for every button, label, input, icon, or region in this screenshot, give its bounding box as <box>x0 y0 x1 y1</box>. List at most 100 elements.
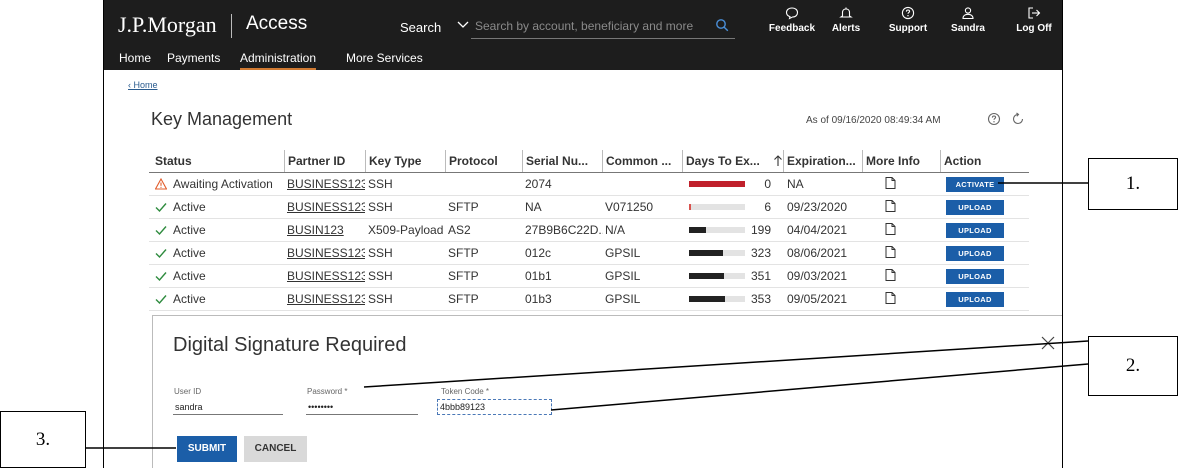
password-field[interactable] <box>306 399 418 415</box>
activate-button[interactable]: ACTIVATE <box>946 177 1004 192</box>
days-to-expiry-bar <box>689 181 745 187</box>
upload-button[interactable]: UPLOAD <box>946 223 1004 238</box>
cell-common: GPSIL <box>605 292 641 306</box>
alerts-button[interactable]: Alerts <box>816 6 876 46</box>
table-row: Active BUSIN123 X509-Payload AS2 27B9B6C22D.… <box>149 219 1029 242</box>
app-window: J.P.Morgan Access Search Feedback Alerts… <box>103 0 1063 468</box>
callout-1: 1. <box>1088 158 1178 210</box>
column-header-expiration[interactable]: Expiration... <box>783 150 865 172</box>
feedback-label: Feedback <box>768 23 816 34</box>
column-header-status[interactable]: Status <box>155 150 275 172</box>
cell-expiration: 08/06/2021 <box>787 246 848 260</box>
cell-days-to-expiry: 323 <box>750 246 771 260</box>
callout-3: 3. <box>0 411 86 468</box>
days-to-expiry-bar-fill <box>689 204 691 210</box>
column-header-action: Action <box>940 150 1010 172</box>
column-header-protocol[interactable]: Protocol <box>445 150 521 172</box>
cell-partner-id[interactable]: BUSINESS123 <box>287 173 365 195</box>
status-text: Active <box>173 292 206 306</box>
cell-partner-id[interactable]: BUSINESS123 <box>287 288 365 310</box>
table-body: Awaiting Activation BUSINESS123 SSH 2074 0 NA… <box>149 173 1029 311</box>
cell-protocol: AS2 <box>448 223 471 237</box>
column-header-key-type[interactable]: Key Type <box>365 150 445 172</box>
checkmark-icon <box>155 249 167 259</box>
nav-item-payments[interactable]: Payments <box>167 48 220 70</box>
refresh-icon[interactable] <box>1011 112 1025 126</box>
cell-key-type: SSH <box>368 177 393 191</box>
status-text: Active <box>173 246 206 260</box>
cell-protocol: SFTP <box>448 200 479 214</box>
breadcrumb[interactable]: ‹ Home <box>128 80 158 90</box>
cell-protocol: SFTP <box>448 246 479 260</box>
status-text: Active <box>173 269 206 283</box>
cell-expiration: NA <box>787 177 804 191</box>
cell-days-to-expiry: 353 <box>750 292 771 306</box>
user-name-label: Sandra <box>951 23 985 34</box>
brand-logo[interactable]: J.P.Morgan <box>118 12 217 38</box>
column-header-days-to-expiry[interactable]: Days To Ex... <box>682 150 762 172</box>
cell-expiration: 09/05/2021 <box>787 292 848 306</box>
help-icon[interactable] <box>987 112 1001 126</box>
table-row: Active BUSINESS123 SSH SFTP NA V071250 6 09/23/… <box>149 196 1029 219</box>
upload-button[interactable]: UPLOAD <box>946 200 1004 215</box>
upload-button[interactable]: UPLOAD <box>946 269 1004 284</box>
log-off-icon <box>1028 7 1041 19</box>
feedback-button[interactable]: Feedback <box>762 6 822 46</box>
cell-partner-id[interactable]: BUSINESS123 <box>287 242 365 264</box>
document-icon[interactable] <box>885 223 896 235</box>
log-off-label: Log Off <box>1016 23 1052 34</box>
nav-item-more-services[interactable]: More Services <box>346 48 423 70</box>
checkmark-icon <box>155 295 167 305</box>
cell-partner-id[interactable]: BUSINESS123 <box>287 196 365 218</box>
support-button[interactable]: Support <box>878 6 938 46</box>
days-to-expiry-bar <box>689 296 745 302</box>
alerts-label: Alerts <box>831 23 861 34</box>
cell-status: Active <box>155 288 280 310</box>
search-icon[interactable] <box>715 18 729 32</box>
cell-key-type: SSH <box>368 269 393 283</box>
cell-partner-id[interactable]: BUSINESS123 <box>287 265 365 287</box>
cell-serial: 01b3 <box>525 292 552 306</box>
search-input[interactable] <box>471 13 735 39</box>
table-header-row: Status Partner ID Key Type Protocol Seri… <box>149 150 1029 173</box>
document-icon[interactable] <box>885 269 896 281</box>
user-id-field[interactable] <box>173 399 283 415</box>
document-icon[interactable] <box>885 177 896 189</box>
cell-key-type: SSH <box>368 200 393 214</box>
close-icon[interactable] <box>1041 336 1055 350</box>
help-circle-icon <box>901 6 915 20</box>
column-header-common-name[interactable]: Common ... <box>602 150 680 172</box>
warning-icon <box>155 178 167 190</box>
column-header-partner-id[interactable]: Partner ID <box>284 150 364 172</box>
cell-expiration: 09/23/2020 <box>787 200 848 214</box>
cell-status: Awaiting Activation <box>155 173 280 195</box>
days-to-expiry-bar <box>689 250 745 256</box>
sort-ascending-icon[interactable] <box>773 155 783 167</box>
upload-button[interactable]: UPLOAD <box>946 292 1004 307</box>
log-off-button[interactable]: Log Off <box>1004 6 1062 46</box>
cell-serial: 012c <box>525 246 552 260</box>
token-code-field[interactable] <box>437 399 552 415</box>
upload-button[interactable]: UPLOAD <box>946 246 1004 261</box>
document-icon[interactable] <box>885 292 896 304</box>
user-menu-button[interactable]: Sandra <box>938 6 998 46</box>
product-name: Access <box>246 13 308 34</box>
document-icon[interactable] <box>885 246 896 258</box>
column-header-serial-number[interactable]: Serial Nu... <box>522 150 600 172</box>
user-id-label: User ID <box>174 387 202 396</box>
chevron-down-icon[interactable] <box>456 17 470 31</box>
search-scope-label[interactable]: Search <box>400 20 441 35</box>
document-icon[interactable] <box>885 200 896 212</box>
cancel-button[interactable]: CANCEL <box>244 436 307 462</box>
callout-2: 2. <box>1088 336 1178 396</box>
cell-key-type: SSH <box>368 292 393 306</box>
submit-button[interactable]: SUBMIT <box>177 436 237 462</box>
cell-serial: 27B9B6C22D... <box>525 223 603 237</box>
cell-partner-id[interactable]: BUSIN123 <box>287 219 365 241</box>
cell-days-to-expiry: 199 <box>750 223 771 237</box>
status-text: Awaiting Activation <box>173 177 273 191</box>
column-header-more-info: More Info <box>862 150 940 172</box>
nav-item-administration[interactable]: Administration <box>240 48 317 70</box>
nav-item-home[interactable]: Home <box>119 48 151 70</box>
days-to-expiry-bar-fill <box>689 250 723 256</box>
